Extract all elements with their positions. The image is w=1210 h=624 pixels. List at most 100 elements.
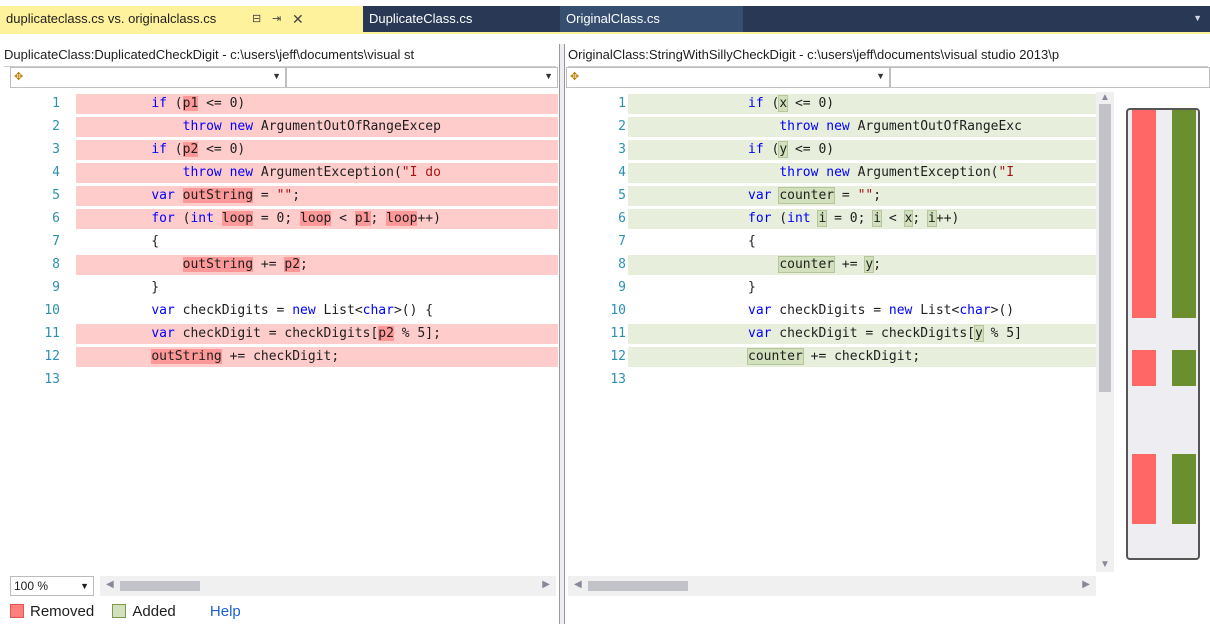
tab-originalclass[interactable]: OriginalClass.cs	[560, 6, 743, 32]
code-text: if (y <= 0)	[748, 141, 835, 158]
line-number: 8	[52, 257, 60, 272]
code-line: 5 var counter = "";	[566, 184, 1096, 207]
scroll-left-icon[interactable]: ◀	[574, 579, 582, 590]
line-number: 3	[618, 142, 626, 157]
code-text: for (int i = 0; i < x; i++)	[748, 210, 960, 227]
code-text: if (x <= 0)	[748, 95, 835, 112]
zoom-value: 100 %	[14, 579, 49, 593]
lock-icon: ⊟	[252, 13, 262, 25]
zoom-combo[interactable]: 100 % ▼	[10, 576, 94, 596]
code-text: counter += checkDigit;	[747, 348, 921, 365]
code-line: 7 {	[0, 230, 558, 253]
pane-splitter[interactable]	[559, 44, 565, 624]
code-text: if (p1 <= 0)	[151, 96, 246, 111]
line-number: 4	[52, 165, 60, 180]
code-line: 10 var checkDigits = new List<char>()	[566, 299, 1096, 322]
scroll-down-icon[interactable]: ▼	[1100, 559, 1110, 570]
code-line: 8 outString += p2;	[0, 253, 558, 276]
line-number: 10	[44, 303, 60, 318]
overview-added-block	[1172, 350, 1196, 386]
line-number: 10	[610, 303, 626, 318]
code-text: throw new ArgumentOutOfRangeExcep	[182, 119, 441, 134]
code-text: }	[748, 280, 756, 295]
tab-compare-label: duplicateclass.cs vs. originalclass.cs	[6, 11, 217, 26]
code-line: 9 }	[0, 276, 558, 299]
right-member-combo[interactable]	[890, 67, 1210, 88]
code-line: 3 if (y <= 0)	[566, 138, 1096, 161]
class-icon: ✥	[14, 71, 24, 83]
line-number: 4	[618, 165, 626, 180]
code-line: 12 outString += checkDigit;	[0, 345, 558, 368]
line-number: 1	[52, 96, 60, 111]
code-line: 11 var checkDigit = checkDigits[y % 5]	[566, 322, 1096, 345]
line-number: 7	[618, 234, 626, 249]
diff-overview-map[interactable]	[1126, 108, 1200, 560]
vertical-scrollbar[interactable]: ▲ ▼	[1096, 92, 1114, 572]
chevron-down-icon: ▼	[272, 71, 281, 81]
line-number: 7	[52, 234, 60, 249]
overview-added-block	[1172, 110, 1196, 318]
line-number: 1	[618, 96, 626, 111]
left-member-combo[interactable]: ▼	[286, 67, 558, 88]
line-number: 2	[618, 119, 626, 134]
close-icon[interactable]: ✕	[292, 6, 304, 32]
legend-added-label: Added	[132, 603, 176, 620]
scroll-right-icon[interactable]: ▶	[1082, 579, 1090, 590]
pin-icon[interactable]: ⇥	[272, 6, 281, 32]
line-number: 5	[618, 188, 626, 203]
line-number: 13	[44, 372, 60, 387]
left-type-combo[interactable]: ✥ ▼	[10, 67, 286, 88]
code-line: 3 if (p2 <= 0)	[0, 138, 558, 161]
line-number: 11	[610, 326, 626, 341]
code-line: 4 throw new ArgumentException("I do	[0, 161, 558, 184]
line-number: 3	[52, 142, 60, 157]
tab-underline	[0, 32, 1210, 34]
line-number: 12	[610, 349, 626, 364]
code-text: outString += checkDigit;	[151, 349, 340, 364]
legend-removed-label: Removed	[30, 603, 95, 620]
overview-added-block	[1172, 454, 1196, 524]
code-line: 2 throw new ArgumentOutOfRangeExcep	[0, 115, 558, 138]
tab-duplicateclass-label: DuplicateClass.cs	[369, 11, 473, 26]
class-icon: ✥	[570, 71, 580, 83]
code-text: if (p2 <= 0)	[151, 142, 246, 157]
right-code-pane[interactable]: 1 if (x <= 0) 2 throw new ArgumentOutOfR…	[566, 92, 1096, 572]
chevron-down-icon: ▼	[876, 71, 885, 81]
left-code-pane[interactable]: 1 if (p1 <= 0) 2 throw new ArgumentOutOf…	[0, 92, 558, 572]
line-number: 11	[44, 326, 60, 341]
left-file-path: DuplicateClass:DuplicatedCheckDigit - c:…	[4, 44, 556, 67]
line-number: 12	[44, 349, 60, 364]
line-number: 6	[618, 211, 626, 226]
scroll-left-icon[interactable]: ◀	[106, 579, 114, 590]
scroll-right-icon[interactable]: ▶	[542, 579, 550, 590]
scroll-up-icon[interactable]: ▲	[1100, 92, 1110, 103]
tab-duplicateclass[interactable]: DuplicateClass.cs	[363, 6, 560, 32]
diff-legend: Removed Added Help	[10, 600, 241, 624]
tab-dropdown-icon[interactable]: ▼	[1193, 13, 1202, 23]
code-text: {	[120, 234, 160, 249]
code-line: 11 var checkDigit = checkDigits[p2 % 5];	[0, 322, 558, 345]
line-number: 6	[52, 211, 60, 226]
line-number: 2	[52, 119, 60, 134]
overview-removed-block	[1132, 454, 1156, 524]
added-line-highlight	[628, 140, 1096, 160]
code-line: 12 counter += checkDigit;	[566, 345, 1096, 368]
scroll-thumb[interactable]	[120, 581, 200, 591]
help-link[interactable]: Help	[210, 603, 241, 620]
code-line: 9 }	[566, 276, 1096, 299]
left-horizontal-scrollbar[interactable]: ◀ ▶	[100, 576, 556, 596]
right-type-combo[interactable]: ✥ ▼	[566, 67, 890, 88]
scroll-thumb[interactable]	[588, 581, 688, 591]
code-text: throw new ArgumentOutOfRangeExc	[779, 119, 1022, 134]
code-line: 10 var checkDigits = new List<char>() {	[0, 299, 558, 322]
code-line: 6 for (int i = 0; i < x; i++)	[566, 207, 1096, 230]
tab-compare[interactable]: duplicateclass.cs vs. originalclass.cs ⊟…	[0, 6, 363, 32]
scroll-thumb[interactable]	[1099, 104, 1111, 392]
line-number: 9	[52, 280, 60, 295]
code-line: 13	[566, 368, 1096, 391]
chevron-down-icon: ▼	[544, 71, 553, 81]
code-line: 8 counter += y;	[566, 253, 1096, 276]
line-number: 13	[610, 372, 626, 387]
code-text: throw new ArgumentException("I do	[182, 165, 441, 180]
right-horizontal-scrollbar[interactable]: ◀ ▶	[568, 576, 1096, 596]
